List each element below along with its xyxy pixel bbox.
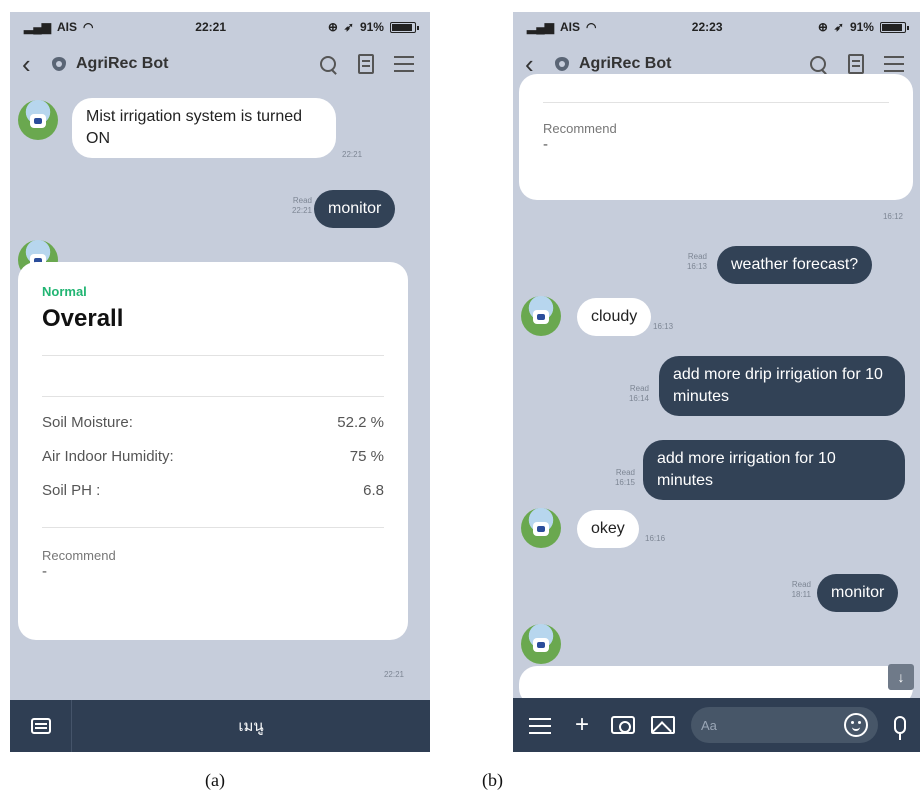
battery-percent: 91% bbox=[849, 20, 874, 34]
message-time: 22:21 bbox=[383, 670, 404, 679]
location-icon: ➶ bbox=[343, 20, 354, 34]
metric-value: 52.2 % bbox=[337, 413, 384, 431]
phone-screen-a: ▂▄▆ AIS ◠ 22:21 ⊕ ➶ 91% ‹ AgriRec Bot Mi… bbox=[10, 12, 430, 752]
phone-screen-b: ▂▄▆ AIS ◠ 22:23 ⊕ ➶ 91% ‹ AgriRec Bot Re… bbox=[513, 12, 920, 752]
battery-icon bbox=[389, 21, 419, 33]
recommend-value: - bbox=[543, 136, 548, 153]
chat-header: ‹ AgriRec Bot bbox=[10, 42, 430, 86]
message-bubble-outgoing[interactable]: add more drip irrigation for 10 minutes bbox=[659, 356, 905, 416]
bot-avatar[interactable] bbox=[521, 624, 561, 664]
note-icon bbox=[848, 54, 864, 74]
location-icon: ➶ bbox=[833, 20, 844, 34]
keyboard-toggle-button[interactable] bbox=[10, 700, 72, 752]
rich-menu-bar: เมนู bbox=[10, 700, 430, 752]
metric-row: Air Indoor Humidity: 75 % bbox=[42, 439, 384, 473]
status-bar: ▂▄▆ AIS ◠ 22:23 ⊕ ➶ 91% bbox=[513, 12, 920, 42]
search-button[interactable] bbox=[314, 50, 342, 78]
official-account-shield-icon bbox=[555, 57, 569, 71]
signal-icon: ▂▄▆ bbox=[527, 20, 554, 34]
divider bbox=[42, 396, 384, 397]
recommend-label: Recommend bbox=[42, 548, 116, 563]
menu-button[interactable] bbox=[527, 711, 553, 739]
metric-row: Soil PH : 6.8 bbox=[42, 473, 384, 507]
menu-button[interactable] bbox=[390, 50, 418, 78]
message-bubble-outgoing[interactable]: monitor bbox=[314, 190, 396, 228]
lock-rotation-icon: ⊕ bbox=[817, 20, 828, 34]
back-chevron-icon[interactable]: ‹ bbox=[22, 49, 42, 80]
official-account-shield-icon bbox=[52, 57, 66, 71]
caption-b: (b) bbox=[482, 770, 503, 790]
note-icon bbox=[358, 54, 374, 74]
message-bubble-outgoing[interactable]: add more irrigation for 10 minutes bbox=[643, 440, 905, 500]
scroll-to-bottom-button[interactable]: ↓ bbox=[888, 664, 914, 690]
message-time: 16:13 bbox=[653, 322, 674, 331]
carrier-label: AIS bbox=[56, 20, 77, 34]
status-label: Normal bbox=[42, 284, 87, 299]
divider bbox=[543, 102, 889, 103]
metric-row: Soil Moisture: 52.2 % bbox=[42, 405, 384, 439]
metric-value: 75 % bbox=[349, 447, 384, 465]
wifi-icon: ◠ bbox=[82, 20, 94, 34]
bot-avatar[interactable] bbox=[521, 296, 561, 336]
search-icon bbox=[810, 56, 826, 72]
metric-label: Soil PH : bbox=[42, 481, 101, 499]
search-icon bbox=[320, 56, 336, 72]
read-receipt: Read 18:11 bbox=[791, 580, 811, 599]
read-receipt: Read 16:13 bbox=[686, 252, 707, 271]
hamburger-icon bbox=[394, 63, 414, 65]
bot-avatar[interactable] bbox=[521, 508, 561, 548]
message-bubble-incoming[interactable]: okey bbox=[577, 510, 639, 548]
message-input-bar: + Aa bbox=[513, 698, 920, 752]
metric-value: 6.8 bbox=[363, 481, 384, 499]
status-card[interactable]: Normal Overall Soil Moisture: 52.2 % Air… bbox=[18, 262, 408, 640]
message-bubble-incoming[interactable]: Mist irrigation system is turned ON bbox=[72, 98, 336, 158]
status-card-partial[interactable]: Recommend - bbox=[519, 74, 913, 200]
recommend-value: - bbox=[42, 563, 47, 580]
bot-avatar[interactable] bbox=[18, 100, 58, 140]
microphone-icon[interactable] bbox=[894, 716, 906, 740]
notes-button[interactable] bbox=[352, 50, 380, 78]
wifi-icon: ◠ bbox=[585, 20, 597, 34]
chat-title: AgriRec Bot bbox=[579, 55, 672, 72]
hamburger-icon bbox=[884, 63, 904, 65]
status-bar: ▂▄▆ AIS ◠ 22:21 ⊕ ➶ 91% bbox=[10, 12, 430, 42]
lock-rotation-icon: ⊕ bbox=[327, 20, 338, 34]
read-receipt: Read 16:14 bbox=[628, 384, 649, 403]
input-placeholder: Aa bbox=[701, 717, 717, 733]
camera-icon[interactable] bbox=[611, 716, 635, 734]
card-title: Overall bbox=[42, 305, 124, 332]
battery-icon bbox=[879, 21, 909, 33]
metric-label: Soil Moisture: bbox=[42, 413, 133, 431]
signal-icon: ▂▄▆ bbox=[24, 20, 51, 34]
read-receipt: Read 16:15 bbox=[614, 468, 635, 487]
battery-percent: 91% bbox=[359, 20, 384, 34]
recommend-label: Recommend bbox=[543, 121, 617, 136]
image-icon[interactable] bbox=[651, 716, 675, 734]
hamburger-icon bbox=[529, 724, 551, 727]
message-bubble-outgoing[interactable]: weather forecast? bbox=[717, 246, 873, 284]
emoji-icon[interactable] bbox=[844, 713, 868, 737]
message-time: 16:16 bbox=[645, 534, 666, 543]
message-input[interactable]: Aa bbox=[691, 707, 878, 743]
metric-label: Air Indoor Humidity: bbox=[42, 447, 174, 465]
clock: 22:23 bbox=[691, 20, 723, 34]
divider bbox=[42, 355, 384, 356]
message-time: 22:21 bbox=[342, 150, 363, 159]
divider bbox=[42, 527, 384, 528]
message-bubble-outgoing[interactable]: monitor bbox=[817, 574, 899, 612]
message-bubble-incoming[interactable]: cloudy bbox=[577, 298, 652, 336]
clock: 22:21 bbox=[195, 20, 226, 34]
keyboard-icon bbox=[30, 718, 51, 734]
message-time: 16:12 bbox=[882, 212, 903, 221]
read-receipt: Read 22:21 bbox=[291, 196, 312, 215]
carrier-label: AIS bbox=[559, 20, 580, 34]
rich-menu-button[interactable]: เมนู bbox=[72, 714, 430, 738]
chat-title: AgriRec Bot bbox=[76, 55, 169, 72]
plus-icon[interactable]: + bbox=[569, 711, 595, 739]
caption-a: (a) bbox=[205, 770, 225, 790]
